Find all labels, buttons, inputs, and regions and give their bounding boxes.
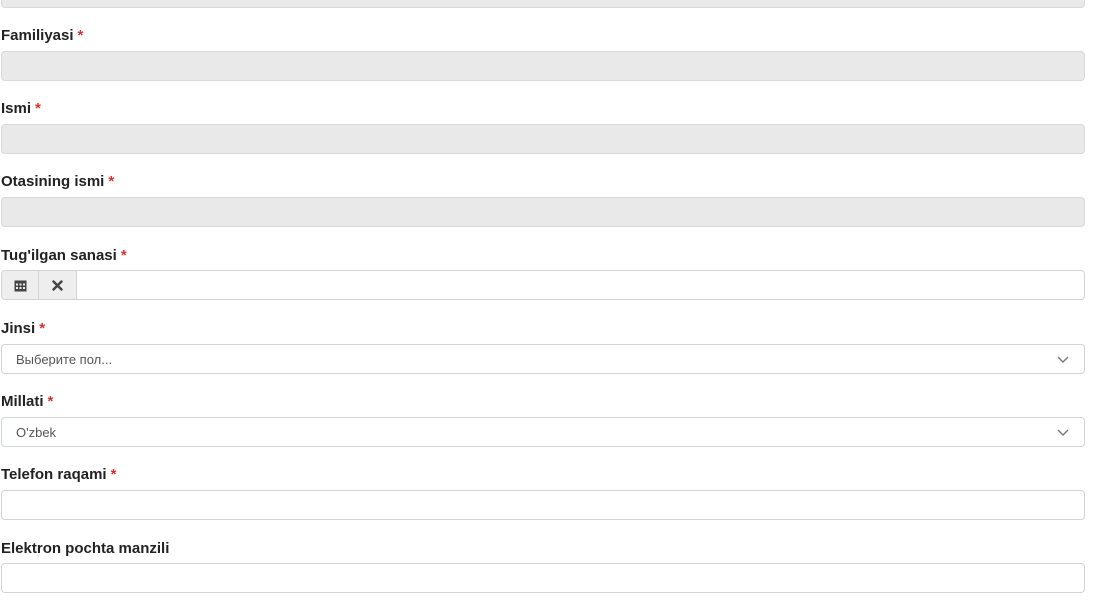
required-marker: * <box>108 173 115 190</box>
previous-field-input[interactable] <box>1 0 1085 8</box>
otasining-ismi-label: Otasining ismi * <box>1 173 114 190</box>
birth-date-input[interactable] <box>77 271 1084 299</box>
required-marker: * <box>39 320 46 337</box>
calendar-button[interactable] <box>2 271 39 299</box>
required-marker: * <box>35 100 41 117</box>
gender-select[interactable]: Выберите пол... <box>1 344 1085 374</box>
required-marker: * <box>110 466 117 483</box>
clear-date-button[interactable] <box>39 271 77 299</box>
chevron-down-icon <box>1057 356 1069 363</box>
close-icon <box>52 279 63 291</box>
ismi-label: Ismi * <box>1 100 41 117</box>
jinsi-label: Jinsi * <box>1 320 45 337</box>
ismi-input[interactable] <box>1 124 1085 154</box>
ismi-label-text: Ismi <box>1 100 32 117</box>
gender-select-placeholder: Выберите пол... <box>16 352 113 367</box>
otasining-ismi-label-text: Otasining ismi <box>1 173 105 190</box>
familiyasi-label-text: Familiyasi <box>1 27 74 44</box>
otasining-ismi-input[interactable] <box>1 197 1085 227</box>
telefon-label: Telefon raqami * <box>1 466 116 483</box>
jinsi-label-text: Jinsi <box>1 320 36 337</box>
nationality-select-value: O'zbek <box>16 425 57 440</box>
required-marker: * <box>47 393 54 410</box>
tugilgan-sanasi-label-text: Tug'ilgan sanasi <box>1 247 117 264</box>
birth-date-picker <box>1 270 1085 300</box>
email-label-text: Elektron pochta manzili <box>1 540 170 557</box>
millati-label: Millati * <box>1 393 53 410</box>
calendar-icon <box>14 280 26 291</box>
chevron-down-icon <box>1057 429 1069 436</box>
personal-info-form: Familiyasi * Ismi * Otasining ismi * Tug'il… <box>0 0 1095 614</box>
telefon-label-text: Telefon raqami <box>1 466 107 483</box>
email-input[interactable] <box>1 563 1085 593</box>
required-marker: * <box>120 247 127 264</box>
millati-label-text: Millati <box>1 393 44 410</box>
tugilgan-sanasi-label: Tug'ilgan sanasi * <box>1 247 127 264</box>
email-label: Elektron pochta manzili <box>1 540 169 557</box>
familiyasi-label: Familiyasi * <box>1 27 83 44</box>
nationality-select[interactable]: O'zbek <box>1 417 1085 447</box>
phone-input[interactable] <box>1 490 1085 520</box>
required-marker: * <box>77 27 84 44</box>
familiyasi-input[interactable] <box>1 51 1085 81</box>
